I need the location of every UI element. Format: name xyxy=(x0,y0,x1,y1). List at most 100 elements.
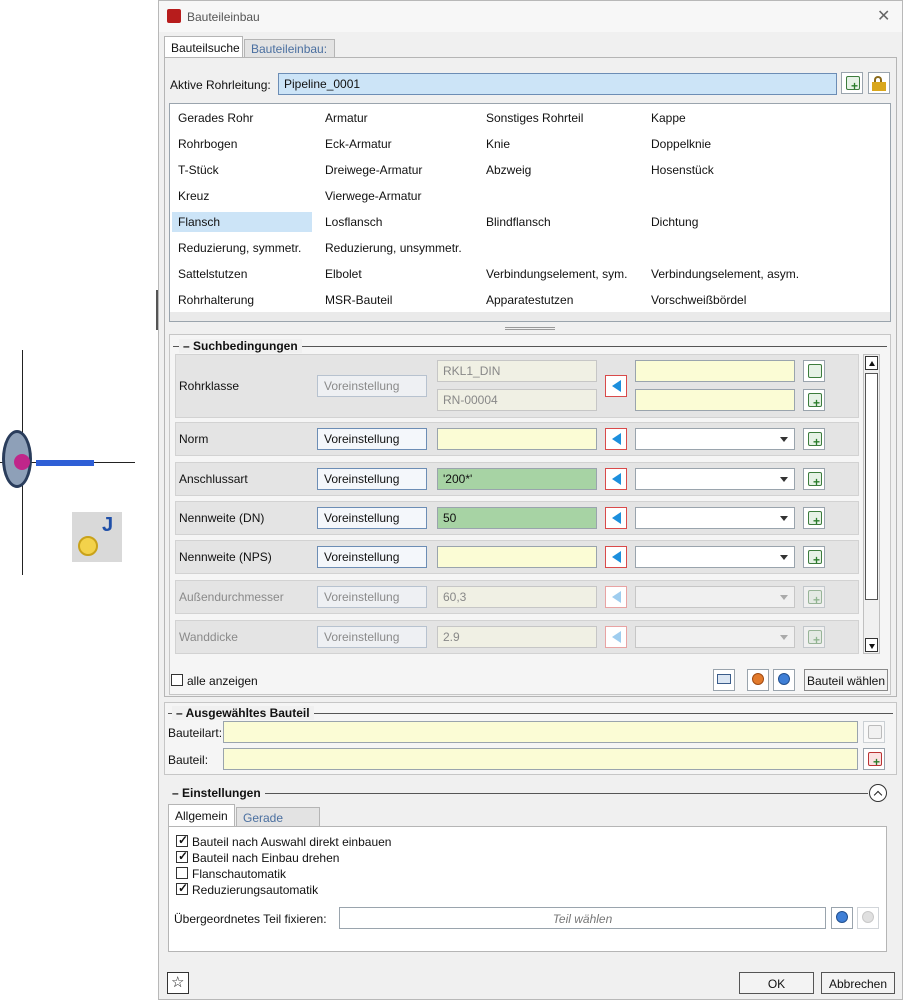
part-type-field[interactable] xyxy=(223,721,858,743)
active-pipeline-field[interactable]: Pipeline_0001 xyxy=(278,73,837,95)
component-type-item[interactable]: Doppelknie xyxy=(651,137,711,151)
search-value-field[interactable] xyxy=(437,428,597,450)
component-type-item[interactable]: T-Stück xyxy=(178,163,219,177)
component-type-item[interactable]: Hosenstück xyxy=(651,163,714,177)
component-type-item[interactable]: Vorschweißbördel xyxy=(651,293,746,307)
collapse-settings-icon[interactable] xyxy=(869,784,887,802)
component-type-item[interactable]: Kappe xyxy=(651,111,686,125)
list-horizontal-scrollbar[interactable] xyxy=(169,312,891,322)
pipe-class-target-field-2[interactable] xyxy=(635,389,795,411)
table-view-icon[interactable] xyxy=(713,669,735,691)
component-type-item[interactable]: Sattelstutzen xyxy=(178,267,247,281)
search-target-select[interactable] xyxy=(635,626,795,648)
transfer-arrow-button[interactable] xyxy=(605,586,627,608)
component-type-item[interactable]: Dichtung xyxy=(651,215,698,229)
settings-checkbox[interactable] xyxy=(176,833,188,847)
fix-parent-field[interactable]: Teil wählen xyxy=(339,907,826,929)
search-target-select[interactable] xyxy=(635,546,795,568)
component-type-item[interactable]: Sonstiges Rohrteil xyxy=(486,111,583,125)
search-mode-select[interactable]: Voreinstellung xyxy=(317,507,427,529)
component-type-item[interactable]: Losflansch xyxy=(325,215,382,229)
component-type-item[interactable]: Armatur xyxy=(325,111,368,125)
search-add-icon[interactable]: + xyxy=(803,468,825,490)
cancel-button[interactable]: Abbrechen xyxy=(821,972,895,994)
component-type-item[interactable]: Abzweig xyxy=(486,163,531,177)
search-mode-select[interactable]: Voreinstellung xyxy=(317,468,427,490)
component-type-item[interactable]: Blindflansch xyxy=(486,215,551,229)
transfer-arrow-button[interactable] xyxy=(605,507,627,529)
pipeline-select-button[interactable]: + xyxy=(841,72,863,94)
transfer-arrow-button[interactable] xyxy=(605,428,627,450)
filter-gear-icon[interactable] xyxy=(747,669,769,691)
settings-checkbox[interactable] xyxy=(176,867,188,879)
component-type-item[interactable]: Reduzierung, unsymmetr. xyxy=(325,241,462,255)
search-mode-select[interactable]: Voreinstellung xyxy=(317,546,427,568)
component-install-dialog: Bauteileinbau ✕ Bauteilsuche Bauteileinb… xyxy=(158,0,903,1000)
search-add-icon[interactable]: + xyxy=(803,626,825,648)
transfer-arrow-button[interactable] xyxy=(605,375,627,397)
component-type-item[interactable]: Vierwege-Armatur xyxy=(325,189,421,203)
splitter-grip[interactable] xyxy=(505,327,555,330)
part-add-icon[interactable]: + xyxy=(863,748,885,770)
pipe-class-select-icon[interactable]: + xyxy=(803,389,825,411)
search-add-icon[interactable]: + xyxy=(803,507,825,529)
show-all-checkbox[interactable] xyxy=(171,674,183,686)
component-type-item[interactable]: Rohrhalterung xyxy=(178,293,254,307)
search-value-field[interactable]: 60,3 xyxy=(437,586,597,608)
fix-parent-settings-icon[interactable] xyxy=(857,907,879,929)
transfer-arrow-button[interactable] xyxy=(605,468,627,490)
scrollbar-thumb[interactable] xyxy=(865,373,878,600)
tab-allgemein[interactable]: Allgemein xyxy=(168,804,235,826)
component-type-item[interactable]: MSR-Bauteil xyxy=(325,293,392,307)
tab-bauteilsuche[interactable]: Bauteilsuche xyxy=(164,36,243,58)
tab-bauteileinbau[interactable]: Bauteileinbau: xyxy=(244,39,335,58)
search-target-select[interactable] xyxy=(635,586,795,608)
settings-checkbox[interactable] xyxy=(176,881,188,895)
lock-icon[interactable] xyxy=(868,72,890,94)
ok-button[interactable]: OK xyxy=(739,972,814,994)
search-add-icon[interactable]: + xyxy=(803,586,825,608)
search-target-select[interactable] xyxy=(635,428,795,450)
pipe-class-secondary-field[interactable]: RN-00004 xyxy=(437,389,597,411)
component-type-item[interactable]: Verbindungselement, asym. xyxy=(651,267,799,281)
settings-checkbox[interactable] xyxy=(176,849,188,863)
component-type-item[interactable]: Flansch xyxy=(172,212,312,232)
favorite-star-icon[interactable]: ☆ xyxy=(167,972,189,994)
choose-part-button[interactable]: Bauteil wählen xyxy=(804,669,888,691)
transfer-arrow-button[interactable] xyxy=(605,626,627,648)
part-field[interactable] xyxy=(223,748,858,770)
search-target-select[interactable] xyxy=(635,468,795,490)
search-vertical-scrollbar[interactable] xyxy=(863,354,880,654)
filter-settings-icon[interactable] xyxy=(773,669,795,691)
search-add-icon[interactable]: + xyxy=(803,428,825,450)
component-type-item[interactable]: Elbolet xyxy=(325,267,362,281)
transfer-arrow-button[interactable] xyxy=(605,546,627,568)
search-value-field[interactable]: '200*' xyxy=(437,468,597,490)
component-type-item[interactable]: Gerades Rohr xyxy=(178,111,253,125)
component-type-item[interactable]: Knie xyxy=(486,137,510,151)
pipe-class-value-field[interactable]: RKL1_DIN xyxy=(437,360,597,382)
component-type-item[interactable]: Rohrbogen xyxy=(178,137,237,151)
component-type-item[interactable]: Kreuz xyxy=(178,189,209,203)
tab-gerade-rohre[interactable]: Gerade Rohre xyxy=(236,807,320,839)
fix-parent-pick-icon[interactable] xyxy=(831,907,853,929)
search-mode-select[interactable]: Voreinstellung xyxy=(317,375,427,397)
search-mode-select[interactable]: Voreinstellung xyxy=(317,586,427,608)
component-type-item[interactable]: Apparatestutzen xyxy=(486,293,573,307)
pipe-class-preview-icon[interactable] xyxy=(803,360,825,382)
close-icon[interactable]: ✕ xyxy=(877,6,890,26)
search-target-select[interactable] xyxy=(635,507,795,529)
search-add-icon[interactable]: + xyxy=(803,546,825,568)
pipe-class-target-field[interactable] xyxy=(635,360,795,382)
search-value-field[interactable]: 50 xyxy=(437,507,597,529)
component-type-item[interactable]: Dreiwege-Armatur xyxy=(325,163,422,177)
component-type-item[interactable]: Verbindungselement, sym. xyxy=(486,267,627,281)
cad-viewport[interactable]: J xyxy=(0,0,158,1000)
search-mode-select[interactable]: Voreinstellung xyxy=(317,626,427,648)
component-type-item[interactable]: Eck-Armatur xyxy=(325,137,392,151)
search-value-field[interactable]: 2.9 xyxy=(437,626,597,648)
search-mode-select[interactable]: Voreinstellung xyxy=(317,428,427,450)
part-type-lookup-icon[interactable] xyxy=(863,721,885,743)
search-value-field[interactable] xyxy=(437,546,597,568)
component-type-item[interactable]: Reduzierung, symmetr. xyxy=(178,241,301,255)
